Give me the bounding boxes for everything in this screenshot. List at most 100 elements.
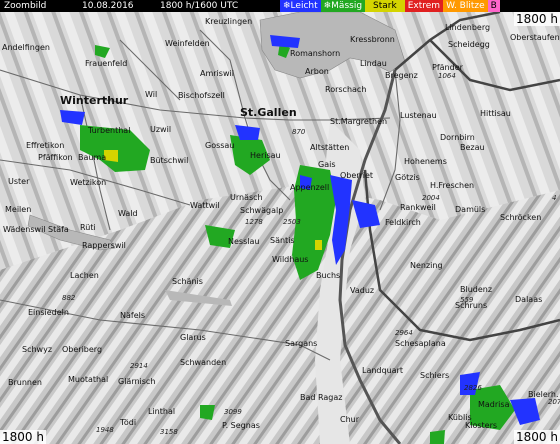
elevation-label: 870 [292, 128, 306, 136]
town-label: Romanshorn [290, 49, 340, 58]
town-label: Säntis [270, 236, 295, 245]
town-label: Schiers [420, 371, 449, 380]
time-label: 1800 h/1600 UTC [160, 1, 239, 11]
legend-b: B [487, 0, 500, 12]
town-label: Dalaas [515, 295, 542, 304]
town-label: Küblis [448, 413, 472, 422]
town-label: Chur [340, 415, 360, 424]
town-label: Urnäsch [230, 193, 263, 202]
town-label: Götzis [395, 173, 420, 182]
legend-light-label: Leicht [290, 1, 318, 11]
corner-label-bottom-right: 1800 h [514, 430, 560, 444]
corner-label-top-right: 1800 h [514, 12, 560, 26]
town-label: Wetzikon [70, 178, 106, 187]
town-label: Oberiberg [62, 345, 102, 354]
town-label: Rüti [80, 223, 96, 232]
legend-strong: Stark [365, 0, 405, 12]
town-label: Glärnisch [118, 377, 155, 386]
town-label: Uzwil [150, 125, 171, 134]
elevation-label: 559 [460, 296, 474, 304]
elevation-label: 2503 [283, 218, 301, 226]
legend-strong-label: Stark [373, 1, 397, 11]
town-label: Bad Ragaz [300, 393, 342, 402]
town-label: St.Margrethen [330, 117, 387, 126]
town-label: Bütschwil [150, 156, 188, 165]
town-label: Bregenz [385, 71, 418, 80]
legend-extreme: Extrem [404, 0, 444, 12]
town-label: Winterthur [60, 94, 129, 107]
legend-moderate-label: Mässig [331, 1, 363, 11]
town-label: Rankweil [400, 203, 436, 212]
date-label: 10.08.2016 [82, 1, 134, 11]
town-label: Oberstaufen [510, 33, 560, 42]
town-label: Dornbirn [440, 133, 475, 142]
relief-map: Kreuzlingen Andelfingen Frauenfeld Weinfeld… [0, 12, 560, 444]
town-label: Damüls [455, 205, 485, 214]
elevation-label: 882 [62, 294, 76, 302]
elevation-label: 1064 [438, 72, 456, 80]
town-label: Scheidegg [448, 40, 490, 49]
town-label: St.Gallen [240, 106, 297, 119]
town-label: Pfäffikon [38, 153, 73, 162]
town-label: Landquart [362, 366, 403, 375]
town-label: Kressbronn [350, 35, 395, 44]
town-label: Meilen [5, 205, 31, 214]
town-label: Andelfingen [2, 43, 50, 52]
town-label: Klosters [465, 421, 497, 430]
town-label: P. Segnas [222, 421, 260, 430]
corner-label-bottom-left: 1800 h [0, 430, 46, 444]
town-label: Lindenberg [445, 23, 490, 32]
town-label: Tödi [119, 418, 136, 427]
town-label: Schwanden [180, 358, 226, 367]
elevation-label: 1948 [96, 426, 114, 434]
town-label: Schwägalp [240, 206, 283, 215]
elevation-label: 3158 [160, 428, 178, 436]
elevation-label: 1278 [245, 218, 263, 226]
header-bar: Zoombild 10.08.2016 1800 h/1600 UTC ❄ Lei… [0, 0, 560, 12]
town-label: Buchs [316, 271, 340, 280]
legend-moderate: ❄ Mässig [320, 0, 366, 12]
town-label: Arbon [305, 67, 329, 76]
town-label: H.Freschen [430, 181, 474, 190]
legend-light: ❄ Leicht [280, 0, 321, 12]
town-label: Wald [118, 209, 138, 218]
town-label: Oberriet [340, 171, 373, 180]
town-label: Herisau [250, 151, 281, 160]
elevation-label: 4 [552, 194, 556, 202]
town-label: Gossau [205, 141, 234, 150]
town-label: Rorschach [325, 85, 366, 94]
town-label: Näfels [120, 311, 145, 320]
elevation-label: 2075 [548, 398, 560, 406]
town-label: Schröcken [500, 213, 541, 222]
town-label: Bludenz [460, 285, 492, 294]
town-label: Bischofszell [178, 91, 225, 100]
town-label: Bauma [78, 153, 106, 162]
town-label: Schwyz [22, 345, 52, 354]
town-label: Gais [318, 160, 336, 169]
elevation-label: 2914 [130, 362, 148, 370]
elevation-label: 2826 [464, 384, 482, 392]
elevation-label: 2964 [395, 329, 413, 337]
town-label: Wil [145, 90, 157, 99]
legend-b-label: B [490, 1, 497, 11]
elevation-label: 3099 [224, 408, 242, 416]
legend-extreme-label: Extrem [407, 1, 441, 11]
legend-lightning-label: W. Blitze [446, 1, 485, 11]
town-label: Lachen [70, 271, 99, 280]
snowflake-icon: ❄ [283, 1, 291, 11]
town-label: Hittisau [480, 109, 511, 118]
town-label: Nenzing [410, 261, 443, 270]
town-label: Brunnen [8, 378, 42, 387]
town-label: Schesaplana [395, 339, 446, 348]
town-label: Bezau [460, 143, 485, 152]
town-label: Feldkirch [385, 218, 421, 227]
town-label: Altstätten [310, 143, 349, 152]
town-label: Effretikon [26, 141, 64, 150]
town-label: Linthal [148, 407, 175, 416]
town-label: Madrisa [478, 400, 510, 409]
town-label: Glarus [180, 333, 206, 342]
town-label: Hohenems [404, 157, 447, 166]
town-label: Lindau [360, 59, 387, 68]
town-label: Nesslau [228, 237, 259, 246]
town-label: Kreuzlingen [205, 17, 252, 26]
